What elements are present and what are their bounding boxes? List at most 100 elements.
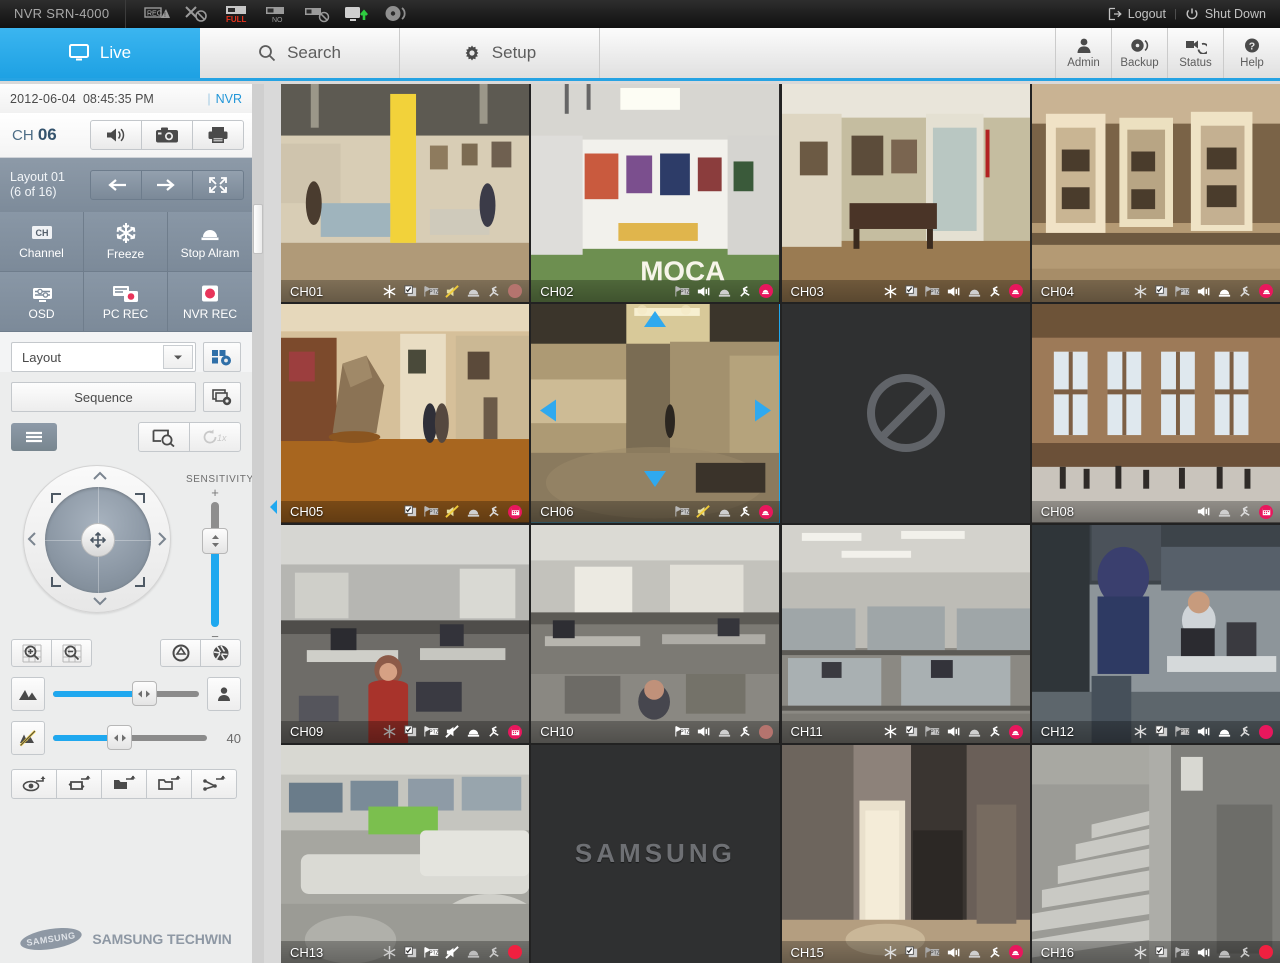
- cell-icons: PTZ: [1133, 945, 1273, 960]
- ptz-center-handle[interactable]: [81, 523, 115, 557]
- preset-group-button[interactable]: [101, 769, 147, 799]
- printer-icon: [208, 127, 228, 143]
- video-cell-ch10[interactable]: CH10 PTZ: [531, 524, 780, 743]
- sensitivity-minus[interactable]: −: [186, 629, 244, 644]
- layout-settings-button[interactable]: [203, 342, 241, 372]
- ptz-pad[interactable]: [45, 487, 151, 593]
- product-title: NVR SRN-4000: [0, 0, 127, 28]
- video-cell-ch03[interactable]: CH03 PTZ: [781, 84, 1030, 303]
- digital-zoom-button[interactable]: [138, 422, 190, 452]
- preset-view-button[interactable]: [11, 769, 57, 799]
- preset-pattern-button[interactable]: [146, 769, 192, 799]
- audio-mute-icon: [445, 505, 460, 518]
- value-slider[interactable]: [53, 725, 207, 750]
- ptz-overlay-down[interactable]: [643, 470, 667, 493]
- tab-search[interactable]: Search: [200, 28, 400, 78]
- ptz-left-button[interactable]: [27, 532, 37, 550]
- video-scene-ch13: [281, 744, 530, 963]
- calendar-rec-icon: [508, 504, 523, 519]
- nvr-rec-button[interactable]: NVR REC: [168, 272, 252, 332]
- video-cell-ch01[interactable]: CH01 PTZ: [281, 84, 530, 303]
- sequence-button[interactable]: Sequence: [11, 382, 196, 412]
- snowflake-icon: [1134, 725, 1147, 739]
- ptz-up-button[interactable]: [93, 468, 107, 485]
- sidebar-collapse-handle[interactable]: [268, 497, 280, 517]
- ptz-right-button[interactable]: [157, 532, 167, 550]
- focus-near-button[interactable]: [207, 677, 241, 711]
- tab-setup[interactable]: Setup: [400, 28, 600, 78]
- video-cell-ch13[interactable]: CH13 PTZ: [281, 744, 530, 963]
- video-cell-ch12[interactable]: CH12 PTZ: [1031, 524, 1280, 743]
- sidebar-scroll-thumb[interactable]: [253, 204, 263, 254]
- motion-icon: [990, 285, 1000, 297]
- auto-focus-button[interactable]: [11, 721, 45, 755]
- quick-control-grid: CH Channel Freeze Stop Alram OSD PC REC …: [0, 212, 252, 332]
- video-cell-ch11[interactable]: CH11 PTZ: [781, 524, 1030, 743]
- cell-info-bar-ch10: CH10 PTZ: [531, 720, 780, 743]
- video-cell-ch02[interactable]: MOCA CH02 PTZ: [531, 84, 780, 303]
- sensitivity-thumb[interactable]: [202, 528, 228, 554]
- freeze-button[interactable]: Freeze: [84, 212, 168, 272]
- channel-prefix: CH: [12, 127, 34, 144]
- preset-group-icon: [114, 775, 136, 789]
- record-status-dot: [1259, 945, 1273, 959]
- pc-rec-button[interactable]: PC REC: [84, 272, 168, 332]
- value-slider-thumb[interactable]: [107, 725, 133, 750]
- zoom-out-button[interactable]: [51, 639, 92, 667]
- focus-far-button[interactable]: [11, 677, 45, 711]
- svg-text:PTZ: PTZ: [430, 510, 439, 516]
- audio-button[interactable]: [90, 120, 142, 150]
- video-cell-ch05[interactable]: CH05 PTZ: [281, 304, 530, 523]
- layout-prev-button[interactable]: [90, 170, 142, 200]
- tab-status[interactable]: Status: [1168, 28, 1224, 78]
- preset-tour-button[interactable]: [56, 769, 102, 799]
- video-cell-disabled[interactable]: [781, 304, 1030, 523]
- sequence-label: Sequence: [74, 389, 133, 405]
- tab-live[interactable]: Live: [0, 28, 200, 78]
- zoom-in-button[interactable]: [11, 639, 52, 667]
- sensitivity-slider[interactable]: [202, 502, 228, 627]
- sensitivity-plus[interactable]: +: [186, 485, 244, 500]
- tab-backup[interactable]: Backup: [1112, 28, 1168, 78]
- video-cell-ch09[interactable]: CH09 PTZ: [281, 524, 530, 743]
- playback-speed-button[interactable]: 1x: [189, 422, 241, 452]
- osd-button[interactable]: OSD: [0, 272, 84, 332]
- ptz-overlay-up[interactable]: [643, 310, 667, 333]
- focus-slider-thumb[interactable]: [131, 681, 157, 706]
- ptz-overlay-right[interactable]: [754, 399, 772, 428]
- fullscreen-button[interactable]: [192, 170, 244, 200]
- snapshot-button[interactable]: [141, 120, 193, 150]
- preset-button-row: [0, 755, 252, 799]
- shutdown-button[interactable]: Shut Down: [1185, 7, 1266, 21]
- sidebar-scrollbar[interactable]: [252, 84, 264, 963]
- ptz-wheel[interactable]: [23, 465, 171, 613]
- video-cell-ch06[interactable]: CH06 PTZ: [531, 304, 780, 523]
- sequence-settings-button[interactable]: [203, 382, 241, 412]
- cell-label: CH13: [290, 944, 324, 960]
- copy-check-icon: [1155, 725, 1168, 737]
- video-scene-ch08: [1031, 304, 1280, 523]
- snowflake-icon: [884, 945, 897, 959]
- layout-select[interactable]: Layout: [11, 342, 196, 372]
- tab-backup-label: Backup: [1120, 57, 1159, 69]
- tab-admin[interactable]: Admin: [1056, 28, 1112, 78]
- stop-alarm-button[interactable]: Stop Alram: [168, 212, 252, 272]
- layout-next-button[interactable]: [141, 170, 193, 200]
- ptz-overlay-left[interactable]: [539, 399, 557, 428]
- print-button[interactable]: [192, 120, 244, 150]
- preset-swing-button[interactable]: [191, 769, 237, 799]
- channel-control-button[interactable]: CH Channel: [0, 212, 84, 272]
- tab-help[interactable]: ? Help: [1224, 28, 1280, 78]
- video-cell-ch15[interactable]: CH15 PTZ: [781, 744, 1030, 963]
- video-cell-logo-placeholder[interactable]: SAMSUNG: [531, 744, 780, 963]
- chevron-down-icon[interactable]: [163, 345, 193, 369]
- panel-menu-toggle[interactable]: [11, 423, 57, 451]
- logout-button[interactable]: Logout: [1108, 7, 1166, 21]
- video-cell-ch16[interactable]: CH16 PTZ: [1031, 744, 1280, 963]
- video-cell-ch04[interactable]: CH04 PTZ: [1031, 84, 1280, 303]
- video-cell-ch08[interactable]: CH08: [1031, 304, 1280, 523]
- network-disconnect-icon: [184, 4, 210, 24]
- focus-slider[interactable]: [53, 681, 199, 706]
- cell-icons: [1196, 504, 1273, 519]
- ptz-down-button[interactable]: [93, 593, 107, 610]
